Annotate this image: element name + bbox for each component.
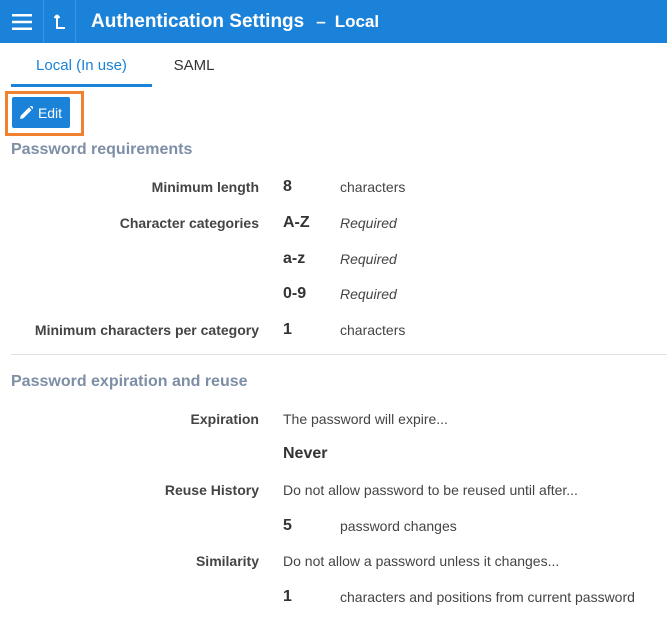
title-separator: – xyxy=(316,11,326,31)
reuse-history-unit: password changes xyxy=(340,518,457,534)
similarity-value: 1 xyxy=(283,588,292,605)
expiration-label: Expiration xyxy=(190,411,259,427)
page-title: Authentication Settings xyxy=(91,10,305,32)
expiration-value: Never xyxy=(283,445,328,462)
tab-local[interactable]: Local (In use) xyxy=(11,43,152,87)
section-title-password-requirements: Password requirements xyxy=(11,141,193,158)
category-digits-status: Required xyxy=(340,286,397,302)
similarity-description: Do not allow a password unless it change… xyxy=(283,553,560,569)
section-divider xyxy=(11,354,667,355)
category-digits-value: 0-9 xyxy=(283,285,307,302)
min-per-category-unit: characters xyxy=(340,322,406,338)
min-length-unit: characters xyxy=(340,179,406,195)
category-lowercase-value: a-z xyxy=(283,250,306,267)
category-uppercase-status: Required xyxy=(340,215,397,231)
hamburger-menu-icon xyxy=(11,13,32,30)
section-title-expiration-reuse: Password expiration and reuse xyxy=(11,373,248,390)
menu-button[interactable] xyxy=(0,0,44,43)
page-subtitle: Local xyxy=(334,11,380,31)
similarity-label: Similarity xyxy=(195,553,259,569)
category-uppercase-value: A-Z xyxy=(283,214,310,231)
top-bar: Authentication Settings – Local xyxy=(0,0,667,43)
reuse-history-value: 5 xyxy=(283,517,292,534)
edit-button[interactable]: Edit xyxy=(12,97,70,128)
min-per-category-label: Minimum characters per category xyxy=(34,322,259,338)
level-up-icon xyxy=(53,13,65,29)
reuse-history-label: Reuse History xyxy=(164,482,259,498)
navigate-up-button[interactable] xyxy=(44,0,76,43)
similarity-unit: characters and positions from current pa… xyxy=(340,589,635,605)
min-length-value: 8 xyxy=(283,178,292,195)
min-length-label: Minimum length xyxy=(151,179,259,195)
edit-button-label: Edit xyxy=(37,104,63,121)
expiration-description: The password will expire... xyxy=(283,411,448,427)
tab-bar: Local (In use) SAML xyxy=(0,43,667,87)
tab-saml[interactable]: SAML xyxy=(158,43,230,87)
category-lowercase-status: Required xyxy=(340,251,397,267)
pencil-icon xyxy=(19,106,33,119)
character-categories-label: Character categories xyxy=(119,215,259,231)
min-per-category-value: 1 xyxy=(283,321,292,338)
reuse-history-description: Do not allow password to be reused until… xyxy=(283,482,578,498)
